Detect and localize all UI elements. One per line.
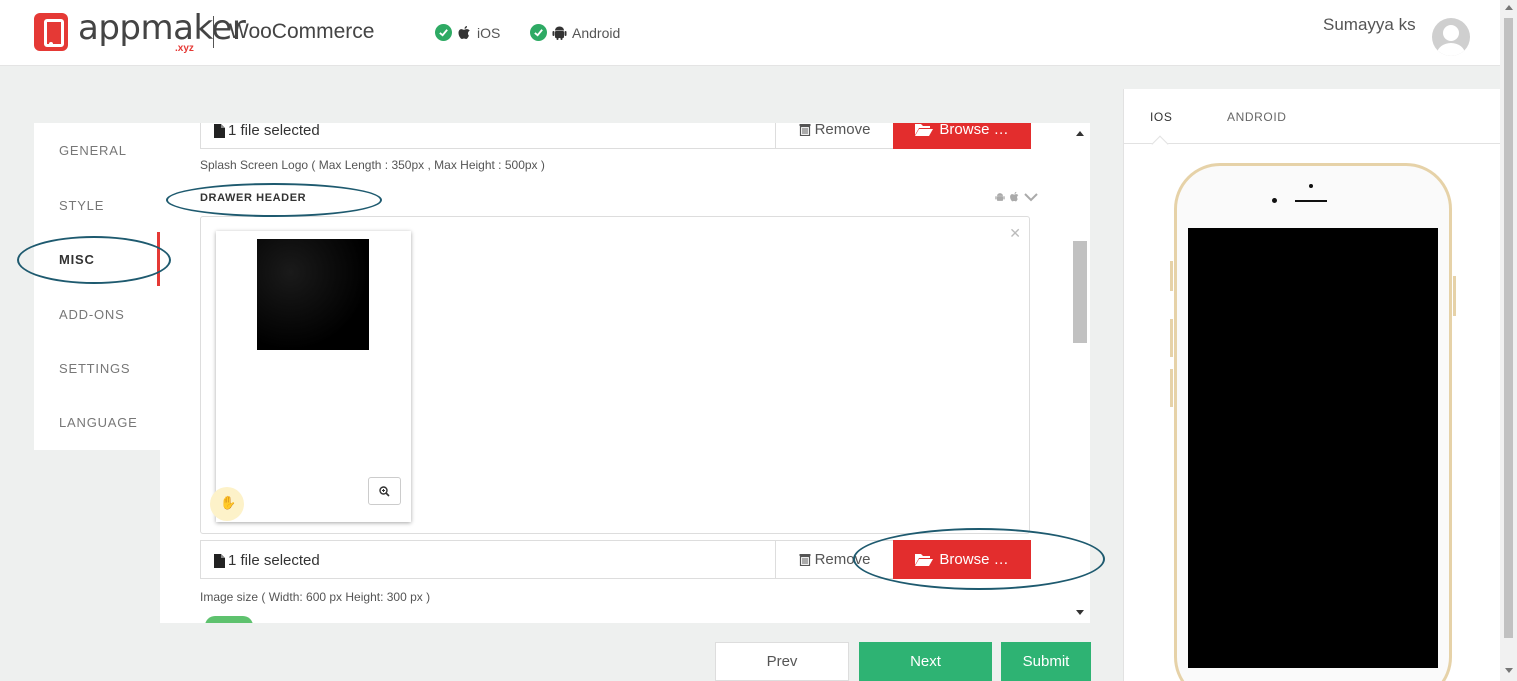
hand-icon: ✋ [220,495,237,510]
chevron-down-icon[interactable] [1024,192,1038,202]
scroll-down-icon[interactable] [1076,610,1084,615]
toggle-switch[interactable] [205,616,253,623]
annotation-misc [17,236,171,284]
drag-handle[interactable]: ✋ [210,487,244,521]
zoom-button[interactable] [368,477,401,505]
apple-icon [1010,191,1019,202]
platform-name: WooCommerce [229,20,375,43]
tab-divider [1124,143,1500,144]
splash-browse-label: Browse … [939,123,1009,138]
platform-ios: iOS [435,24,500,41]
check-circle-icon [530,24,547,41]
drawer-image-preview: ✕ ✋ [200,216,1030,534]
trash-icon [799,554,811,566]
window-scroll-thumb[interactable] [1504,18,1513,638]
scroll-down-icon[interactable] [1505,668,1513,673]
image-thumbnail-card: ✋ [210,231,411,522]
tab-indicator [1151,135,1169,153]
splash-remove-button[interactable]: Remove [775,123,893,148]
splash-logo-upload: 1 file selected Remove Browse … [200,123,1031,149]
android-icon [995,192,1005,201]
splash-remove-label: Remove [814,123,871,138]
submit-button[interactable]: Submit [1001,642,1091,681]
phone-sensor [1309,184,1313,188]
annotation-drawer-header [166,183,382,217]
logo-text[interactable]: appmaker [78,8,246,48]
trash-icon [799,124,811,136]
prev-button[interactable]: Prev [715,642,849,681]
phone-speaker [1295,200,1327,202]
sidebar-item-language[interactable]: LANGUAGE [34,395,160,449]
file-icon [214,553,225,568]
scroll-up-icon[interactable] [1076,131,1084,136]
top-bar: appmaker .xyz WooCommerce iOS Android Su… [0,0,1500,66]
user-name[interactable]: Sumayya ks [1323,15,1416,35]
platform-android: Android [530,24,620,41]
phone-camera [1272,198,1277,203]
splash-browse-button[interactable]: Browse … [893,123,1031,149]
file-icon [214,123,225,138]
close-icon[interactable]: ✕ [1009,225,1021,242]
platform-android-label: Android [572,24,621,41]
drawer-header-controls [995,191,1038,203]
next-button[interactable]: Next [859,642,992,681]
zoom-in-icon [379,485,390,497]
splash-file-name: 1 file selected [213,123,320,139]
avatar[interactable] [1432,18,1470,56]
sidebar-item-add-ons[interactable]: ADD-ONS [34,287,160,341]
apple-icon [458,25,470,39]
drawer-file-text: 1 file selected [228,552,320,569]
splash-hint: Splash Screen Logo ( Max Length : 350px … [200,158,545,172]
settings-sidebar: GENERAL STYLE MISC ADD-ONS SETTINGS LANG… [34,123,160,450]
drawer-header-image [257,239,369,350]
check-circle-icon [435,24,452,41]
drawer-file-name: 1 file selected [213,552,320,569]
sidebar-item-general[interactable]: GENERAL [34,123,160,177]
logo-divider [213,16,214,48]
drawer-hint: Image size ( Width: 600 px Height: 300 p… [200,590,431,604]
folder-open-icon [915,124,934,136]
scroll-up-icon[interactable] [1505,5,1513,10]
window-scrollbar[interactable] [1500,0,1517,681]
device-preview-pane: IOS ANDROID [1123,89,1500,681]
phone-mockup [1170,163,1456,681]
phone-volume-button [1170,369,1173,407]
sidebar-item-style[interactable]: STYLE [34,178,160,232]
android-icon [552,26,567,40]
scroll-thumb[interactable] [1073,241,1087,343]
platform-ios-label: iOS [477,24,501,41]
splash-file-text: 1 file selected [228,123,320,139]
sidebar-item-settings[interactable]: SETTINGS [34,341,160,395]
phone-screen [1188,228,1438,668]
tab-android[interactable]: ANDROID [1227,110,1287,124]
tab-ios[interactable]: IOS [1150,110,1172,124]
logo-sub: .xyz [175,43,194,54]
appmaker-logo-icon[interactable] [34,13,68,51]
annotation-browse [853,528,1105,590]
phone-volume-button [1170,319,1173,357]
